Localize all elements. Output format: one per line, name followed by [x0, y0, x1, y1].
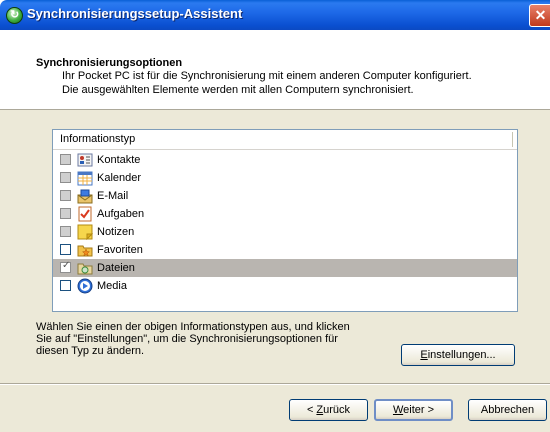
- settings-label: instellungen...: [427, 349, 496, 361]
- settings-button[interactable]: Einstellungen...: [401, 344, 515, 366]
- wizard-footer: < Zurück Weiter > Abbrechen: [0, 385, 550, 432]
- list-item-e-mail[interactable]: E-Mail: [53, 187, 517, 205]
- checkbox-notizen[interactable]: [60, 226, 71, 237]
- list-item-label: Kalender: [97, 172, 142, 184]
- list-item-notizen[interactable]: Notizen: [53, 223, 517, 241]
- column-header-informationstyp[interactable]: Informationstyp: [53, 130, 517, 150]
- checkbox-media[interactable]: [60, 280, 71, 291]
- checkbox-kontakte[interactable]: [60, 154, 71, 165]
- list-item-kontakte[interactable]: Kontakte: [53, 151, 517, 169]
- list-item-label: Favoriten: [97, 244, 143, 256]
- back-arrow: <: [306, 404, 317, 416]
- header-description-line-2: Die ausgewählten Elemente werden mit all…: [62, 84, 414, 96]
- favorites-icon: [77, 242, 93, 258]
- list-item-label: Aufgaben: [97, 208, 145, 220]
- close-icon: ✕: [534, 7, 547, 23]
- list-item-label: Media: [97, 280, 127, 292]
- settings-mnemonic: E: [420, 349, 428, 361]
- list-item-dateien[interactable]: Dateien: [53, 259, 517, 277]
- cancel-button[interactable]: Abbrechen: [468, 399, 547, 421]
- back-button[interactable]: < Zurück: [289, 399, 368, 421]
- title-bar[interactable]: ↻ Synchronisierungssetup-Assistent ✕: [0, 0, 550, 30]
- list-item-aufgaben[interactable]: Aufgaben: [53, 205, 517, 223]
- checkbox-aufgaben[interactable]: [60, 208, 71, 219]
- email-icon: [77, 188, 93, 204]
- list-item-kalender[interactable]: Kalender: [53, 169, 517, 187]
- back-label: urück: [323, 404, 351, 416]
- list-item-label: Notizen: [97, 226, 135, 238]
- list-item-label: Dateien: [97, 262, 135, 274]
- wizard-body: Informationstyp Kontakte Kalender E-Mail…: [0, 110, 550, 383]
- sync-app-icon: ↻: [6, 7, 23, 24]
- column-header-label: Informationstyp: [60, 133, 136, 145]
- close-button[interactable]: ✕: [529, 4, 550, 27]
- wizard-window: ↻ Synchronisierungssetup-Assistent ✕ Syn…: [0, 0, 550, 432]
- list-item-media[interactable]: Media: [53, 277, 517, 295]
- calendar-icon: [77, 170, 93, 186]
- header-description-line-1: Ihr Pocket PC ist für die Synchronisieru…: [62, 70, 472, 82]
- notes-icon: [77, 224, 94, 241]
- wizard-header: Synchronisierungsoptionen Ihr Pocket PC …: [0, 30, 550, 110]
- information-type-list[interactable]: Informationstyp Kontakte Kalender E-Mail…: [52, 129, 518, 312]
- list-item-label: E-Mail: [97, 190, 129, 202]
- checkbox-dateien[interactable]: [60, 260, 71, 273]
- files-icon: [77, 260, 93, 276]
- next-label: eiter >: [403, 404, 435, 416]
- list-item-favoriten[interactable]: Favoriten: [53, 241, 517, 259]
- column-divider[interactable]: [512, 132, 513, 147]
- checkbox-e-mail[interactable]: [60, 190, 71, 201]
- window-title: Synchronisierungssetup-Assistent: [27, 6, 243, 21]
- checkbox-favoriten[interactable]: [60, 244, 71, 255]
- media-icon: [77, 278, 93, 294]
- next-mnemonic: W: [392, 404, 404, 416]
- instruction-line-1: Wählen Sie einen der obigen Informations…: [36, 321, 350, 333]
- contacts-icon: [77, 152, 93, 168]
- checkbox-kalender[interactable]: [60, 172, 71, 183]
- next-button[interactable]: Weiter >: [374, 399, 453, 421]
- instruction-line-3: diesen Typ zu ändern.: [36, 345, 145, 357]
- instruction-line-2: Sie auf "Einstellungen", um die Synchron…: [36, 333, 338, 345]
- tasks-icon: [77, 206, 93, 222]
- list-item-label: Kontakte: [97, 154, 141, 166]
- page-title: Synchronisierungsoptionen: [36, 57, 183, 69]
